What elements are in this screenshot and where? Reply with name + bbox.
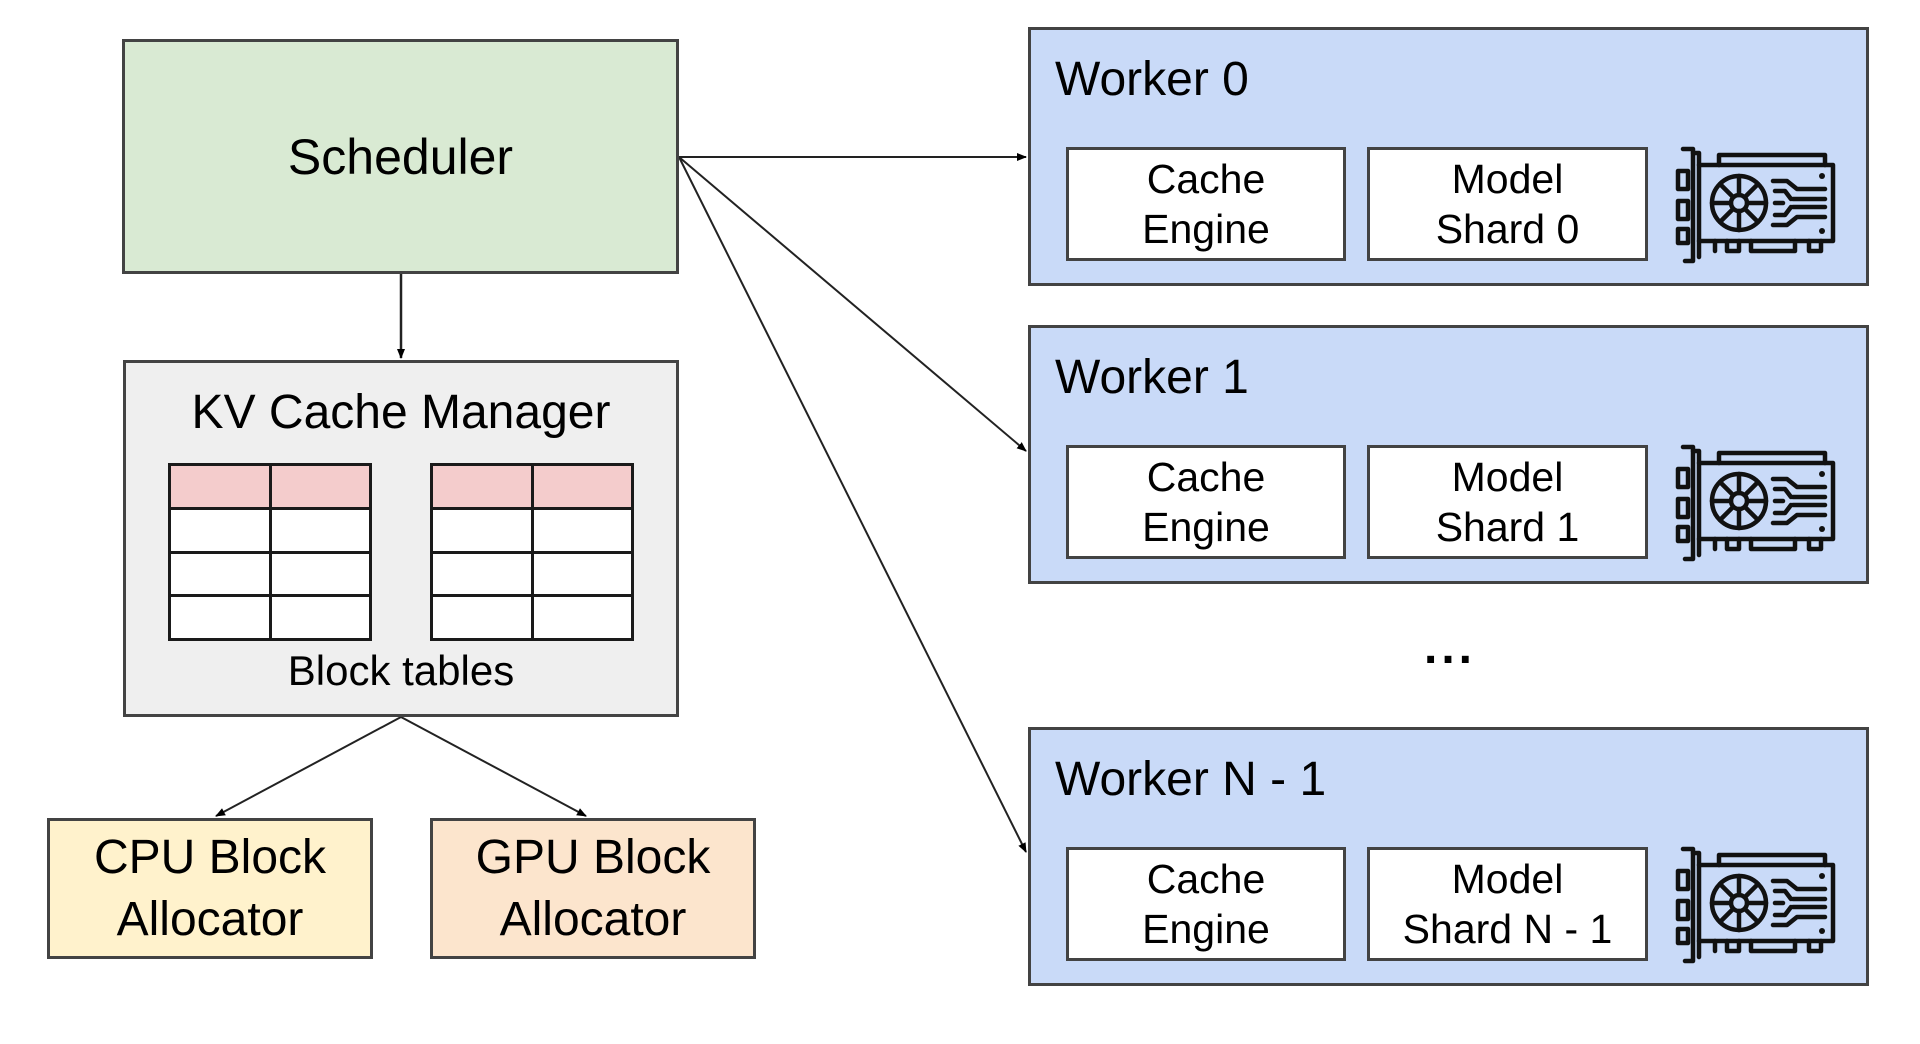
worker-title: Worker 0 bbox=[1055, 53, 1249, 106]
cache-engine-label-line1: Cache bbox=[1146, 856, 1266, 902]
cache-engine-label-line2: Engine bbox=[1142, 504, 1270, 550]
arrow-scheduler-to-worker-1 bbox=[678, 156, 1027, 452]
block-table-header-cell bbox=[168, 463, 272, 510]
cache-engine-box: Cache Engine bbox=[1066, 147, 1346, 261]
more-workers-ellipsis: ... bbox=[1423, 621, 1476, 674]
model-shard-label-line2: Shard 1 bbox=[1435, 504, 1580, 550]
model-shard-label-line2: Shard N - 1 bbox=[1402, 906, 1613, 952]
block-table-cell bbox=[268, 550, 372, 598]
kv-cache-manager-title: KV Cache Manager bbox=[191, 386, 611, 439]
block-table-cell bbox=[268, 506, 372, 554]
block-table-cell bbox=[530, 506, 634, 554]
cpu-allocator-label-line2: Allocator bbox=[116, 892, 304, 946]
block-table-cell bbox=[430, 550, 534, 598]
model-shard-label-line1: Model bbox=[1451, 454, 1564, 500]
block-table-cell bbox=[268, 594, 372, 641]
model-shard-box: Model Shard 1 bbox=[1367, 445, 1648, 559]
gpu-block-allocator-box: GPU Block Allocator bbox=[430, 818, 756, 959]
cpu-block-allocator-box: CPU Block Allocator bbox=[47, 818, 373, 959]
block-table-cell bbox=[168, 550, 272, 598]
gpu-card-icon bbox=[1675, 846, 1836, 964]
block-table bbox=[430, 463, 634, 641]
block-table-cell bbox=[530, 594, 634, 641]
arrow-scheduler-to-worker-n-1 bbox=[678, 156, 1027, 853]
worker-title: Worker 1 bbox=[1055, 351, 1249, 404]
scheduler-box: Scheduler bbox=[122, 39, 679, 274]
model-shard-label-line2: Shard 0 bbox=[1435, 206, 1580, 252]
block-table-cell bbox=[530, 550, 634, 598]
block-table-cell bbox=[168, 506, 272, 554]
model-shard-box: Model Shard 0 bbox=[1367, 147, 1648, 261]
block-table-header-cell bbox=[530, 463, 634, 510]
block-table-cell bbox=[168, 594, 272, 641]
block-tables-caption: Block tables bbox=[287, 647, 515, 694]
kv-cache-manager-box: KV Cache Manager Block tables bbox=[123, 360, 679, 717]
model-shard-label-line1: Model bbox=[1451, 156, 1564, 202]
worker-n-1-box: Worker N - 1 Cache Engine Model Shard N - … bbox=[1028, 727, 1869, 986]
cache-engine-box: Cache Engine bbox=[1066, 445, 1346, 559]
block-table-cell bbox=[430, 594, 534, 641]
model-shard-box: Model Shard N - 1 bbox=[1367, 847, 1648, 961]
block-table-cell bbox=[430, 506, 534, 554]
gpu-allocator-label-line1: GPU Block bbox=[475, 830, 711, 884]
cache-engine-label-line1: Cache bbox=[1146, 156, 1266, 202]
block-table-header-cell bbox=[268, 463, 372, 510]
worker-title: Worker N - 1 bbox=[1055, 753, 1327, 806]
block-table-header-cell bbox=[430, 463, 534, 510]
arrow-kv-manager-to-gpu-allocator bbox=[400, 716, 587, 817]
gpu-allocator-label-line2: Allocator bbox=[499, 892, 687, 946]
worker-1-box: Worker 1 Cache Engine Model Shard 1 bbox=[1028, 325, 1869, 584]
scheduler-label: Scheduler bbox=[287, 128, 514, 185]
block-table bbox=[168, 463, 372, 641]
cache-engine-label-line1: Cache bbox=[1146, 454, 1266, 500]
model-shard-label-line1: Model bbox=[1451, 856, 1564, 902]
gpu-card-icon bbox=[1675, 146, 1836, 264]
gpu-card-icon bbox=[1675, 444, 1836, 562]
worker-0-box: Worker 0 Cache Engine Model Shard 0 bbox=[1028, 27, 1869, 286]
cache-engine-box: Cache Engine bbox=[1066, 847, 1346, 961]
cache-engine-label-line2: Engine bbox=[1142, 906, 1270, 952]
cpu-allocator-label-line1: CPU Block bbox=[93, 830, 327, 884]
arrow-kv-manager-to-cpu-allocator bbox=[215, 716, 402, 817]
cache-engine-label-line2: Engine bbox=[1142, 206, 1270, 252]
